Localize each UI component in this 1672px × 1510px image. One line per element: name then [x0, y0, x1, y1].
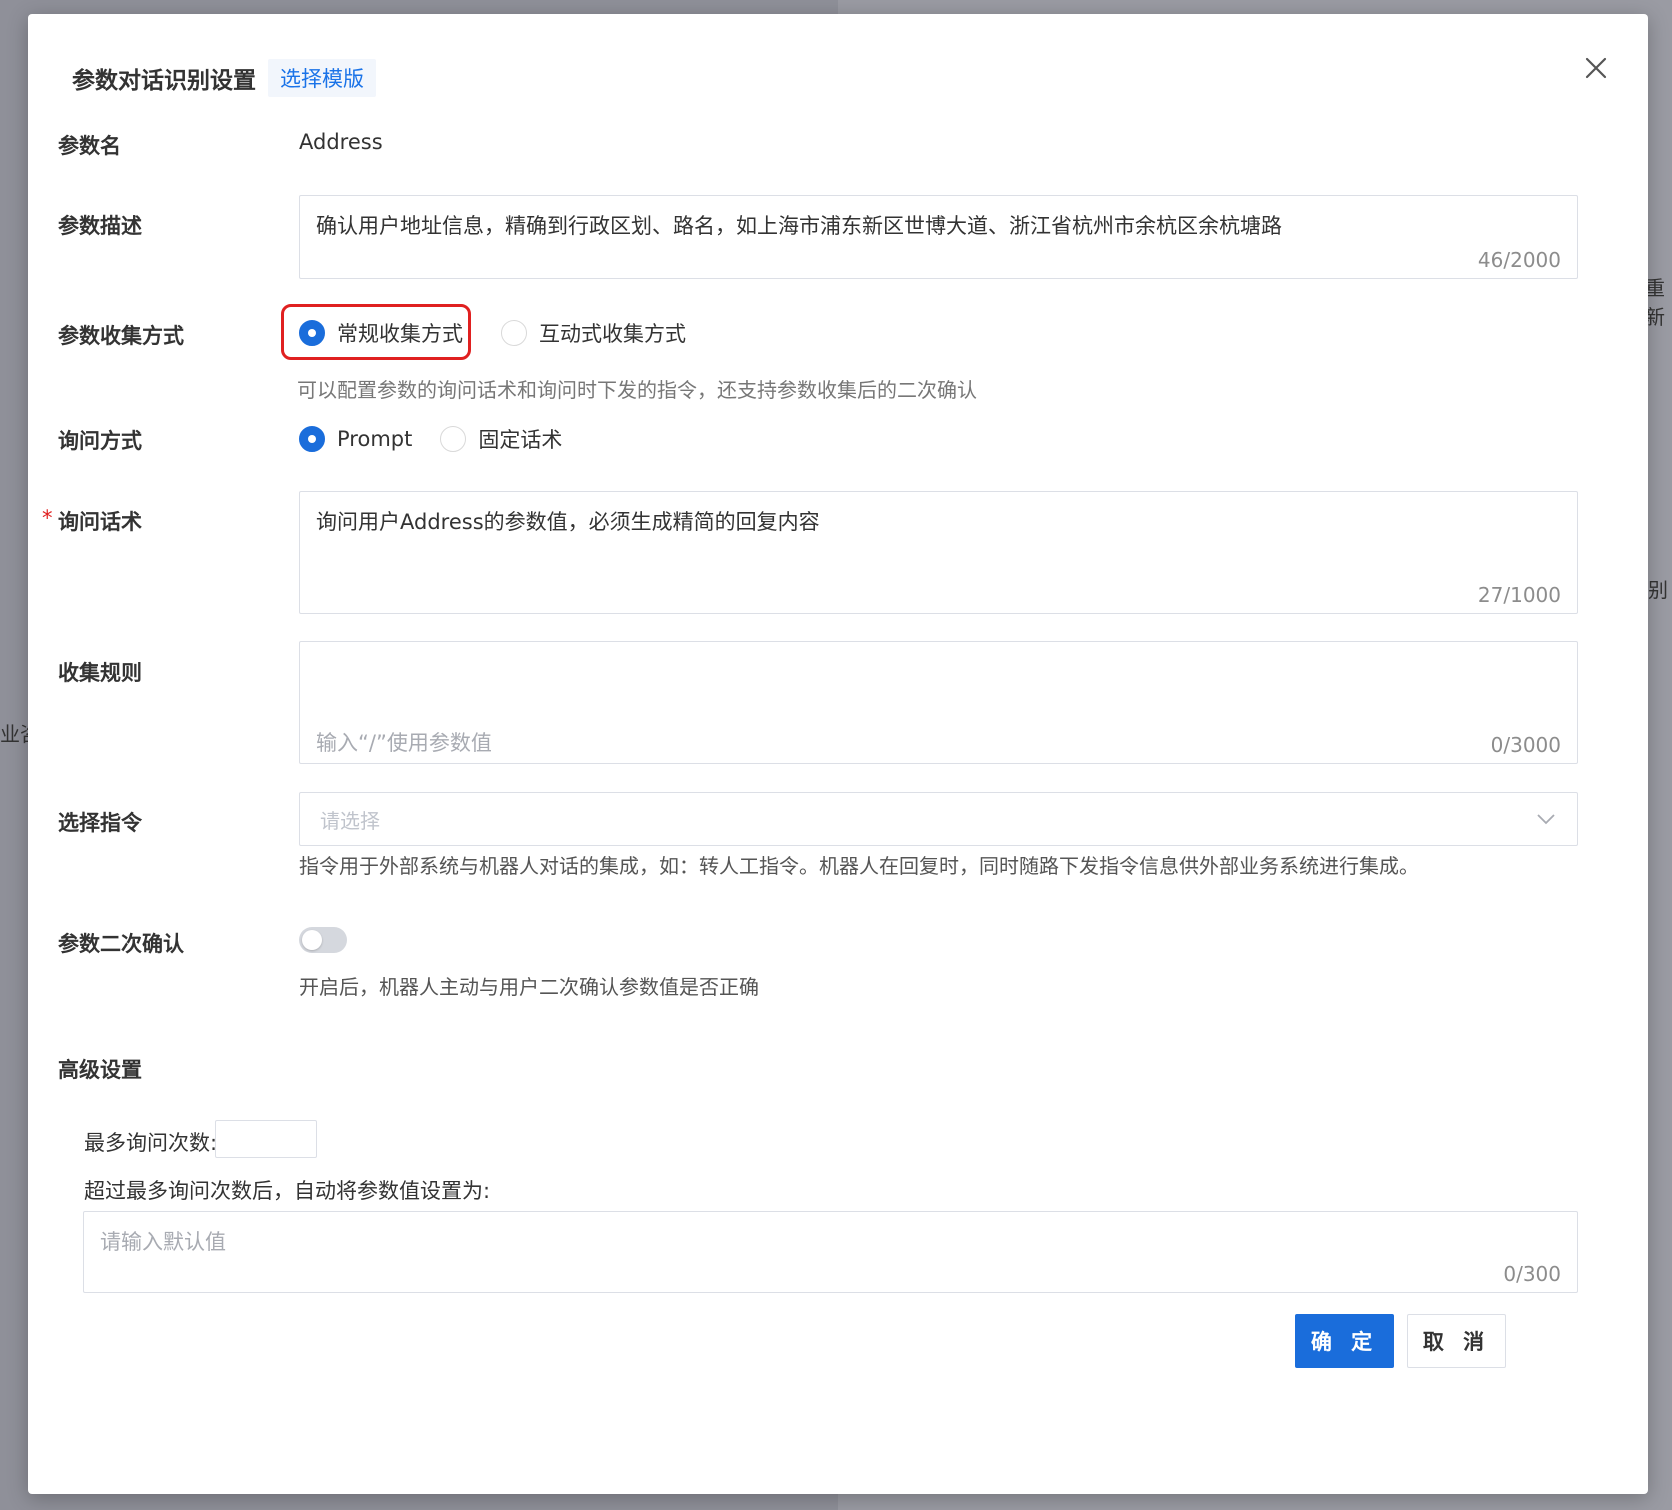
- radio-regular-collect[interactable]: 常规收集方式: [299, 318, 463, 348]
- param-desc-text: 确认用户地址信息，精确到行政区划、路名，如上海市浦东新区世博大道、浙江省杭州市余…: [316, 214, 1282, 238]
- collect-method-hint: 可以配置参数的询问话术和询问时下发的指令，还支持参数收集后的二次确认: [297, 378, 977, 402]
- param-desc-textarea[interactable]: 确认用户地址信息，精确到行政区划、路名，如上海市浦东新区世博大道、浙江省杭州市余…: [299, 195, 1578, 279]
- toggle-knob: [302, 930, 322, 950]
- dialog-title: 参数对话识别设置: [72, 68, 256, 94]
- param-name-value: Address: [299, 130, 383, 154]
- background-text: 别: [1648, 578, 1668, 602]
- ask-method-label: 询问方式: [58, 429, 142, 453]
- radio-prompt[interactable]: Prompt: [299, 426, 412, 452]
- radio-unchecked-icon: [440, 426, 467, 452]
- close-icon[interactable]: [1576, 48, 1616, 88]
- advanced-settings-title: 高级设置: [58, 1058, 142, 1082]
- collect-method-label: 参数收集方式: [58, 324, 184, 348]
- collect-rule-label: 收集规则: [58, 661, 142, 685]
- dialog-header: 参数对话识别设置 选择模版: [72, 56, 376, 100]
- radio-label: 互动式收集方式: [539, 322, 686, 346]
- default-value-textarea[interactable]: 请输入默认值 0/300: [83, 1211, 1578, 1293]
- default-value-counter: 0/300: [1503, 1262, 1561, 1286]
- overflow-label: 超过最多询问次数后，自动将参数值设置为:: [84, 1179, 491, 1203]
- background-text: 重新: [1645, 276, 1665, 329]
- collect-rule-counter: 0/3000: [1490, 733, 1561, 757]
- ask-script-text: 询问用户Address的参数值，必须生成精简的回复内容: [316, 510, 820, 534]
- select-command-hint: 指令用于外部系统与机器人对话的集成，如：转人工指令。机器人在回复时，同时随路下发…: [299, 854, 1419, 878]
- collect-method-radio-group: 常规收集方式 互动式收集方式: [299, 318, 714, 348]
- chevron-down-icon: [1537, 810, 1555, 829]
- select-command-label: 选择指令: [58, 811, 142, 835]
- required-mark: *: [42, 506, 53, 530]
- second-confirm-toggle[interactable]: [299, 927, 347, 953]
- radio-label: Prompt: [337, 427, 413, 451]
- collect-rule-textarea[interactable]: 输入“/”使用参数值 0/3000: [299, 641, 1578, 764]
- second-confirm-hint: 开启后，机器人主动与用户二次确认参数值是否正确: [299, 975, 759, 999]
- radio-unchecked-icon: [501, 320, 527, 346]
- radio-checked-icon: [299, 320, 325, 346]
- radio-checked-icon: [299, 426, 325, 452]
- param-desc-label: 参数描述: [58, 214, 142, 238]
- command-select-placeholder: 请选择: [320, 808, 380, 833]
- radio-fixed-script[interactable]: 固定话术: [440, 424, 562, 454]
- command-select[interactable]: 请选择: [299, 792, 1578, 846]
- ask-script-counter: 27/1000: [1477, 583, 1561, 607]
- cancel-button[interactable]: 取 消: [1407, 1314, 1506, 1368]
- ask-method-radio-group: Prompt 固定话术: [299, 424, 590, 454]
- param-name-label: 参数名: [58, 134, 121, 158]
- confirm-button[interactable]: 确 定: [1295, 1314, 1394, 1368]
- max-ask-input[interactable]: [215, 1120, 317, 1158]
- radio-interactive-collect[interactable]: 互动式收集方式: [501, 318, 686, 348]
- select-template-link[interactable]: 选择模版: [268, 59, 376, 97]
- second-confirm-label: 参数二次确认: [58, 932, 184, 956]
- ask-script-label: 询问话术: [58, 510, 142, 534]
- radio-label: 固定话术: [478, 428, 563, 452]
- param-desc-counter: 46/2000: [1477, 248, 1561, 272]
- default-value-placeholder: 请输入默认值: [100, 1230, 226, 1254]
- ask-script-textarea[interactable]: 询问用户Address的参数值，必须生成精简的回复内容 27/1000: [299, 491, 1578, 614]
- radio-label: 常规收集方式: [337, 322, 463, 346]
- max-ask-label: 最多询问次数:: [84, 1131, 218, 1155]
- collect-rule-placeholder: 输入“/”使用参数值: [316, 731, 492, 755]
